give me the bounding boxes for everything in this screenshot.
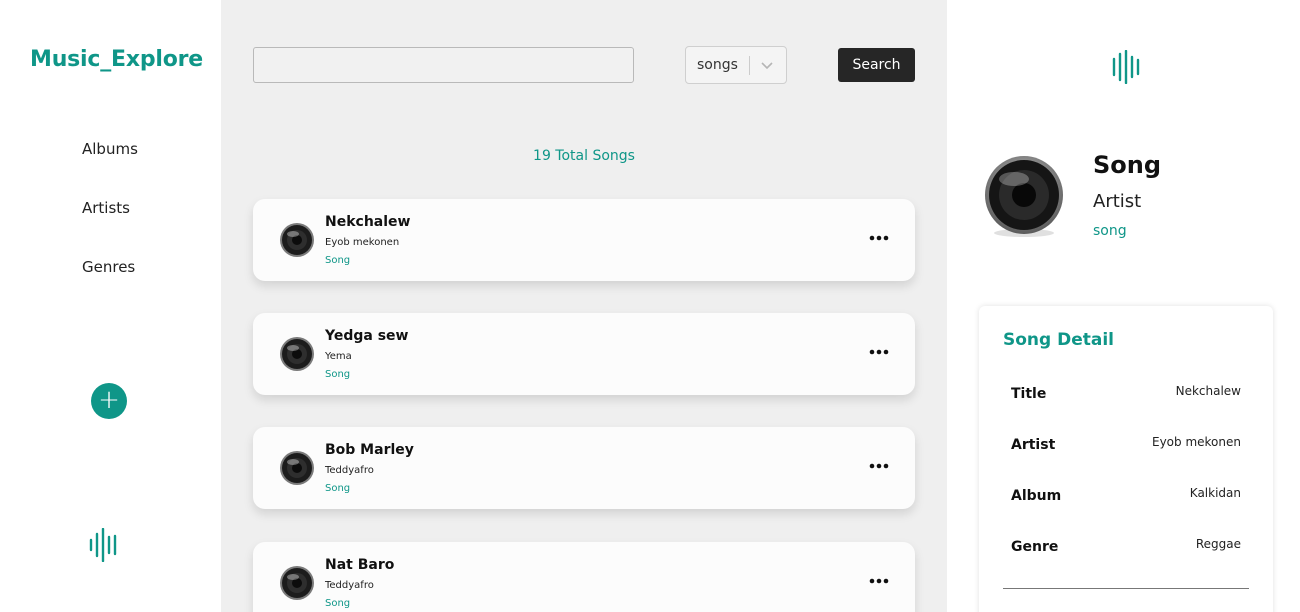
speaker-icon xyxy=(280,223,314,257)
song-artist: Eyob mekonen xyxy=(325,237,400,248)
plus-icon: + xyxy=(98,385,120,415)
sidebar: Music_Explore Albums Artists Genres + xyxy=(0,0,221,612)
more-dots-icon[interactable] xyxy=(867,572,891,590)
song-type: Song xyxy=(325,598,351,609)
song-detail-heading: Song Detail xyxy=(1003,330,1115,350)
now-playing-panel: Song Artist song Song Detail Title Nekch… xyxy=(947,0,1300,612)
detail-value: Reggae xyxy=(1195,537,1241,551)
add-song-button[interactable]: + xyxy=(91,383,127,419)
detail-label: Genre xyxy=(1011,539,1059,555)
detail-label: Artist xyxy=(1011,437,1056,453)
divider xyxy=(1003,588,1249,589)
song-artist: Teddyafro xyxy=(325,465,374,476)
song-card[interactable]: Nat Baro Teddyafro Song xyxy=(253,542,915,612)
soundwave-icon xyxy=(1112,50,1140,84)
detail-row-title: Title Nekchalew xyxy=(1011,384,1241,406)
now-playing-type: song xyxy=(1093,223,1127,239)
brand-logo[interactable]: Music_Explore xyxy=(30,47,203,72)
now-playing-title: Song xyxy=(1093,151,1162,179)
total-songs-count: 19 Total Songs xyxy=(533,148,635,164)
speaker-icon xyxy=(985,156,1063,237)
select-divider xyxy=(749,56,750,75)
sidebar-item-genres[interactable]: Genres xyxy=(82,257,138,316)
chevron-down-icon xyxy=(761,62,773,70)
soundwave-icon xyxy=(89,528,117,562)
song-type: Song xyxy=(325,483,351,494)
detail-label: Album xyxy=(1011,488,1062,504)
now-playing-artist: Artist xyxy=(1093,191,1142,212)
song-card[interactable]: Bob Marley Teddyafro Song xyxy=(253,427,915,509)
detail-value: Eyob mekonen xyxy=(1152,435,1241,449)
detail-row-artist: Artist Eyob mekonen xyxy=(1011,435,1241,457)
song-type: Song xyxy=(325,255,351,266)
song-card[interactable]: Yedga sew Yema Song xyxy=(253,313,915,395)
detail-value: Kalkidan xyxy=(1189,486,1241,500)
more-dots-icon[interactable] xyxy=(867,229,891,247)
speaker-icon xyxy=(280,337,314,371)
more-dots-icon[interactable] xyxy=(867,343,891,361)
song-artist: Yema xyxy=(325,351,352,362)
song-title: Nekchalew xyxy=(325,214,411,230)
detail-label: Title xyxy=(1011,386,1047,402)
search-filter-value: songs xyxy=(697,57,738,73)
song-type: Song xyxy=(325,369,351,380)
song-detail-card: Song Detail Title Nekchalew Artist Eyob … xyxy=(979,306,1273,612)
song-title: Nat Baro xyxy=(325,557,395,573)
detail-row-album: Album Kalkidan xyxy=(1011,486,1241,508)
speaker-icon xyxy=(280,566,314,600)
song-artist: Teddyafro xyxy=(325,580,374,591)
more-dots-icon[interactable] xyxy=(867,457,891,475)
detail-value: Nekchalew xyxy=(1175,384,1241,398)
speaker-icon xyxy=(280,451,314,485)
search-filter-select[interactable]: songs xyxy=(685,46,787,84)
song-card[interactable]: Nekchalew Eyob mekonen Song xyxy=(253,199,915,281)
sidebar-item-albums[interactable]: Albums xyxy=(82,139,138,198)
detail-row-genre: Genre Reggae xyxy=(1011,537,1241,559)
song-title: Bob Marley xyxy=(325,442,414,458)
main-content: songs Search 19 Total Songs Nekchalew Ey… xyxy=(221,0,947,612)
search-button[interactable]: Search xyxy=(838,48,915,82)
sidebar-item-artists[interactable]: Artists xyxy=(82,198,138,257)
search-input[interactable] xyxy=(253,47,634,83)
song-title: Yedga sew xyxy=(325,328,409,344)
sidebar-nav: Albums Artists Genres xyxy=(82,139,138,316)
